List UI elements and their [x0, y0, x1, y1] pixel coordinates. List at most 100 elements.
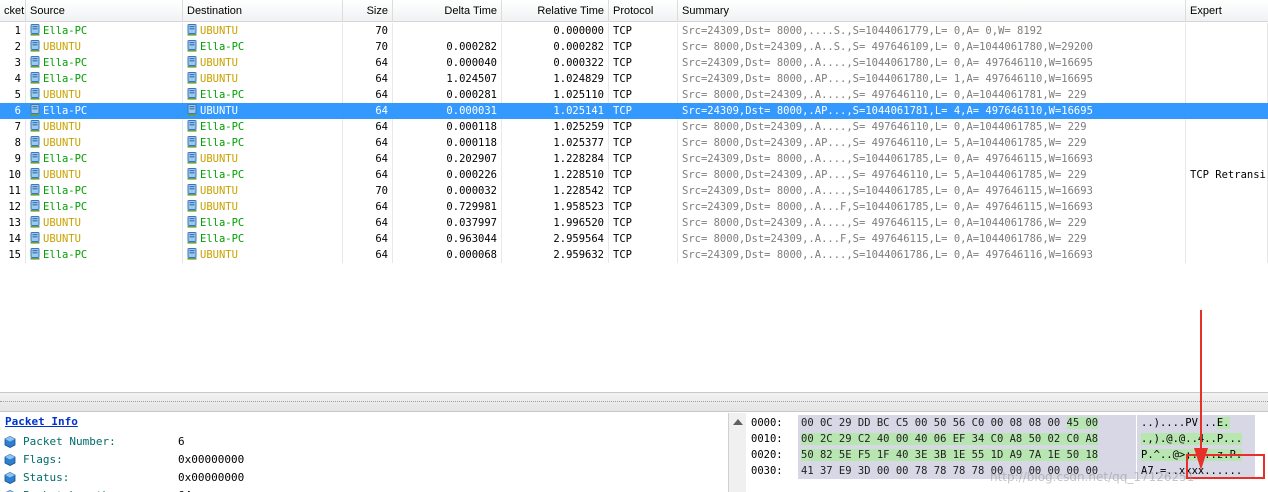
packet-row[interactable]: 12 Ella-PC UBUNTU 64 0.729981 1.958523 TCP Src=…	[0, 199, 1268, 215]
packet-row[interactable]: 5 UBUNTU Ella-PC 64 0.000281 1.025110 TCP Src= …	[0, 87, 1268, 103]
packet-cell-size: 64	[343, 119, 393, 135]
packet-cell-size: 64	[343, 215, 393, 231]
column-header-size[interactable]: Size	[343, 0, 393, 22]
packet-cell-dst: Ella-PC	[183, 87, 343, 103]
hex-bytes[interactable]: 50 82 5E F5 1F 40 3E 3B 1E 55 1D A9 7A 1…	[798, 447, 1136, 463]
packet-row[interactable]: 9 Ella-PC UBUNTU 64 0.202907 1.228284 TCP Src=2…	[0, 151, 1268, 167]
packet-row[interactable]: 6 Ella-PC UBUNTU 64 0.000031 1.025141 TCP Src=2…	[0, 103, 1268, 119]
hex-bytes[interactable]: 00 2C 29 C2 40 00 40 06 EF 34 C0 A8 50 0…	[798, 431, 1136, 447]
host-icon	[30, 24, 40, 36]
host-label: Ella-PC	[43, 25, 88, 37]
hex-ascii[interactable]: ..)....PV...E.	[1137, 415, 1255, 431]
scroll-up-arrow-icon[interactable]	[733, 419, 743, 425]
host-icon	[30, 120, 40, 132]
packet-info-row[interactable]: Flags: 0x00000000	[4, 451, 724, 469]
packet-cell-rel: 0.000282	[502, 39, 609, 55]
packet-cell-exp	[1186, 71, 1268, 87]
packet-info-title[interactable]: Packet Info	[5, 415, 78, 428]
packet-cell-dst: UBUNTU	[183, 199, 343, 215]
info-value: 64	[178, 487, 191, 492]
packet-cell-delta	[393, 23, 502, 39]
packet-row[interactable]: 10 UBUNTU Ella-PC 64 0.000226 1.228510 TCP Src=…	[0, 167, 1268, 183]
packet-cell-dst: UBUNTU	[183, 183, 343, 199]
info-label: Flags:	[23, 453, 63, 466]
column-header-expert[interactable]: Expert	[1186, 0, 1268, 22]
packet-row[interactable]: 7 UBUNTU Ella-PC 64 0.000118 1.025259 TCP Src= …	[0, 119, 1268, 135]
packet-row[interactable]: 15 Ella-PC UBUNTU 64 0.000068 2.959632 TCP Src=…	[0, 247, 1268, 263]
host-label: Ella-PC	[200, 121, 245, 133]
column-header-delta-time[interactable]: Delta Time	[393, 0, 502, 22]
packet-cell-proto: TCP	[609, 103, 678, 119]
hex-ascii-highlight: E.	[1216, 417, 1230, 429]
host-label: UBUNTU	[43, 89, 81, 101]
packet-cell-sum: Src=24309,Dst= 8000,.A....,S=1044061786,…	[678, 247, 1186, 263]
column-header-relative-time[interactable]: Relative Time	[502, 0, 609, 22]
host-icon	[187, 184, 197, 196]
packet-cell-dst: Ella-PC	[183, 231, 343, 247]
packet-cell-size: 64	[343, 167, 393, 183]
packet-cell-num: 8	[0, 135, 26, 151]
hex-ascii[interactable]: .,).@.@..4..P...	[1137, 431, 1255, 447]
packet-cell-src: UBUNTU	[26, 215, 183, 231]
packet-cell-num: 3	[0, 55, 26, 71]
packet-cell-num: 11	[0, 183, 26, 199]
packet-row[interactable]: 3 Ella-PC UBUNTU 64 0.000040 0.000322 TCP Src=2…	[0, 55, 1268, 71]
packet-list-header: cket Source Destination Size Delta Time …	[0, 0, 1268, 22]
info-label: Packet Number:	[23, 435, 116, 448]
packet-cell-src: Ella-PC	[26, 23, 183, 39]
column-header-summary[interactable]: Summary	[678, 0, 1186, 22]
column-header-source[interactable]: Source	[26, 0, 183, 22]
column-header-destination[interactable]: Destination	[183, 0, 343, 22]
host-label: Ella-PC	[200, 137, 245, 149]
packet-info-row[interactable]: Packet Number: 6	[4, 433, 724, 451]
packet-row[interactable]: 2 UBUNTU Ella-PC 70 0.000282 0.000282 TCP Src= …	[0, 39, 1268, 55]
packet-cell-proto: TCP	[609, 119, 678, 135]
host-icon	[30, 72, 40, 84]
packet-row[interactable]: 4 Ella-PC UBUNTU 64 1.024507 1.024829 TCP Src=2…	[0, 71, 1268, 87]
hex-bytes-highlight: 50 82 5E F5 1F 40 3E 3B 1E 55 1D A9 7A 1…	[801, 449, 1099, 461]
hex-bytes[interactable]: 00 0C 29 DD BC C5 00 50 56 C0 00 08 08 0…	[798, 415, 1136, 431]
packet-cell-exp	[1186, 23, 1268, 39]
packet-cell-delta: 0.037997	[393, 215, 502, 231]
host-label: UBUNTU	[200, 57, 238, 69]
packet-cell-sum: Src= 8000,Dst=24309,.AP...,S= 497646110,…	[678, 167, 1186, 183]
packet-row[interactable]: 8 UBUNTU Ella-PC 64 0.000118 1.025377 TCP Src= …	[0, 135, 1268, 151]
packet-info-row[interactable]: Status: 0x00000000	[4, 469, 724, 487]
packet-row[interactable]: 13 UBUNTU Ella-PC 64 0.037997 1.996520 TCP Src=…	[0, 215, 1268, 231]
packet-cell-proto: TCP	[609, 39, 678, 55]
packet-cell-delta: 0.000031	[393, 103, 502, 119]
packet-row[interactable]: 1 Ella-PC UBUNTU 70 0.000000 TCP Src=24309,Dst…	[0, 23, 1268, 39]
info-value: 0x00000000	[178, 453, 245, 466]
hex-offset: 0000:	[751, 417, 783, 429]
pane-splitter[interactable]	[0, 392, 1268, 412]
host-label: Ella-PC	[200, 217, 245, 229]
packet-cell-rel: 1.025377	[502, 135, 609, 151]
info-scrollbar[interactable]	[728, 413, 746, 492]
packet-cell-size: 70	[343, 183, 393, 199]
packet-cell-src: Ella-PC	[26, 71, 183, 87]
packet-cell-exp	[1186, 199, 1268, 215]
packet-cell-num: 4	[0, 71, 26, 87]
host-label: UBUNTU	[200, 201, 238, 213]
host-label: Ella-PC	[43, 73, 88, 85]
packet-cell-src: Ella-PC	[26, 183, 183, 199]
packet-row[interactable]: 14 UBUNTU Ella-PC 64 0.963044 2.959564 TCP Src=…	[0, 231, 1268, 247]
packet-cell-rel: 1.228510	[502, 167, 609, 183]
packet-cell-delta: 0.000226	[393, 167, 502, 183]
host-icon	[187, 232, 197, 244]
packet-cell-rel: 2.959564	[502, 231, 609, 247]
packet-cell-size: 64	[343, 103, 393, 119]
packet-info-row[interactable]: Packet Length: 64	[4, 487, 724, 492]
packet-cell-src: Ella-PC	[26, 247, 183, 263]
packet-cell-dst: Ella-PC	[183, 167, 343, 183]
packet-cell-num: 5	[0, 87, 26, 103]
host-icon	[187, 120, 197, 132]
column-header-packet[interactable]: cket	[0, 0, 26, 22]
host-label: Ella-PC	[43, 201, 88, 213]
packet-cell-size: 64	[343, 71, 393, 87]
packet-cell-proto: TCP	[609, 215, 678, 231]
packet-cell-sum: Src= 8000,Dst=24309,.AP...,S= 497646110,…	[678, 135, 1186, 151]
packet-row[interactable]: 11 Ella-PC UBUNTU 70 0.000032 1.228542 TCP Src=…	[0, 183, 1268, 199]
host-label: UBUNTU	[200, 73, 238, 85]
column-header-protocol[interactable]: Protocol	[609, 0, 678, 22]
